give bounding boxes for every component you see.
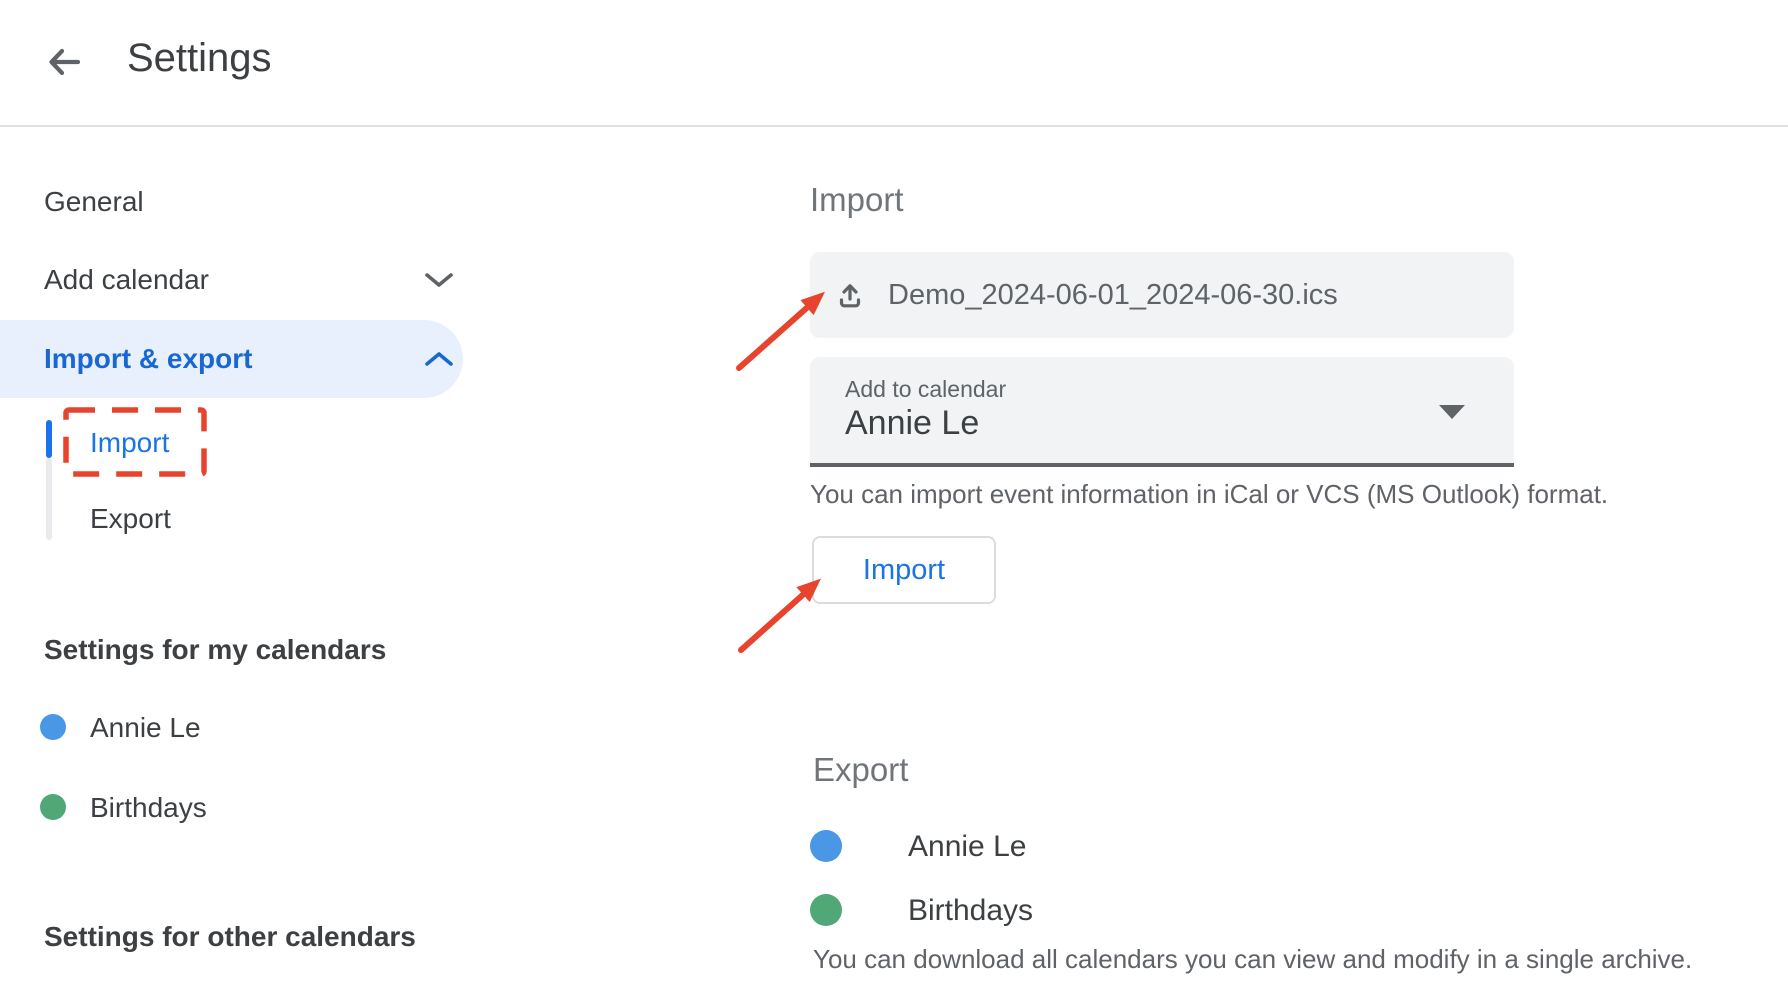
select-value: Annie Le bbox=[845, 404, 979, 443]
arrow-left-icon bbox=[42, 71, 86, 88]
arrow-to-import-button bbox=[741, 592, 806, 650]
subnav-rail bbox=[46, 458, 52, 540]
sidebar-item-general[interactable]: General bbox=[44, 186, 144, 218]
chevron-up-icon bbox=[424, 351, 454, 367]
calendar-color-dot bbox=[40, 794, 66, 820]
add-to-calendar-select[interactable]: Add to calendar Annie Le bbox=[810, 357, 1514, 467]
chevron-down-icon[interactable] bbox=[424, 272, 454, 288]
page-title: Settings bbox=[127, 34, 272, 82]
import-help-text: You can import event information in iCal… bbox=[810, 479, 1608, 509]
arrow-to-upload-icon bbox=[739, 305, 810, 368]
dropdown-arrow-icon bbox=[1439, 405, 1465, 419]
sidebar-item-calendar-birthdays[interactable]: Birthdays bbox=[0, 786, 463, 828]
export-calendar-row: Annie Le bbox=[810, 830, 1514, 862]
calendar-name: Annie Le bbox=[908, 831, 1026, 863]
calendar-name: Birthdays bbox=[908, 895, 1033, 927]
header-divider bbox=[0, 125, 1788, 127]
sidebar-item-calendar-annie[interactable]: Annie Le bbox=[0, 706, 463, 748]
export-help-text: You can download all calendars you can v… bbox=[813, 944, 1692, 974]
file-upload-field[interactable]: Demo_2024-06-01_2024-06-30.ics bbox=[810, 252, 1514, 338]
import-section-heading: Import bbox=[810, 180, 904, 220]
back-button[interactable] bbox=[42, 40, 90, 88]
export-calendar-row: Birthdays bbox=[810, 894, 1514, 926]
select-label: Add to calendar bbox=[845, 376, 1006, 403]
import-button[interactable]: Import bbox=[812, 536, 996, 604]
sidebar-item-add-calendar[interactable]: Add calendar bbox=[44, 264, 209, 296]
active-item-indicator bbox=[46, 420, 52, 458]
sidebar-item-import-export[interactable]: Import & export bbox=[0, 320, 463, 398]
sidebar-section-other-calendars: Settings for other calendars bbox=[44, 921, 416, 953]
selected-file-name: Demo_2024-06-01_2024-06-30.ics bbox=[888, 279, 1338, 312]
calendar-color-dot bbox=[810, 894, 842, 926]
sidebar-item-export[interactable]: Export bbox=[90, 504, 171, 534]
sidebar-item-import[interactable]: Import bbox=[90, 428, 169, 458]
import-button-label: Import bbox=[863, 554, 945, 587]
calendar-color-dot bbox=[810, 830, 842, 862]
settings-page: Settings General Add calendar Import & e… bbox=[0, 0, 1788, 990]
calendar-name: Annie Le bbox=[90, 712, 201, 744]
sidebar-item-label: Import & export bbox=[44, 320, 252, 398]
calendar-name: Birthdays bbox=[90, 792, 207, 824]
calendar-color-dot bbox=[40, 714, 66, 740]
export-section-heading: Export bbox=[813, 750, 908, 790]
sidebar-section-my-calendars: Settings for my calendars bbox=[44, 634, 386, 666]
upload-icon bbox=[834, 279, 866, 311]
